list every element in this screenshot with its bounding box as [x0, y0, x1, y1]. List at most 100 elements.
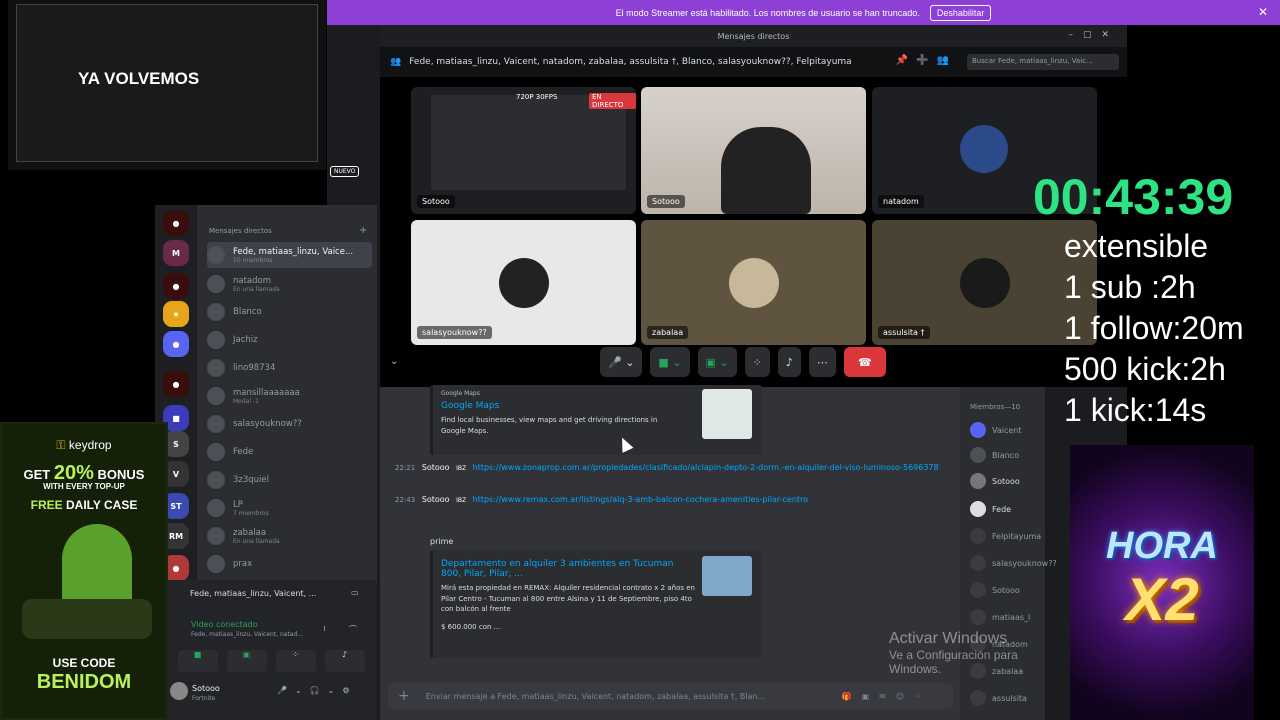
composer-placeholder: Enviar mensaje a Fede, matiaas_linzu, Va… — [425, 691, 766, 701]
message-author[interactable]: Sotooo — [422, 495, 450, 504]
window-controls[interactable]: –▢✕ — [1068, 30, 1119, 40]
user-controls[interactable]: 🎤⌄🎧⌄⚙ — [277, 686, 358, 695]
x2-text: X2 — [1125, 566, 1199, 633]
message-composer[interactable]: + Enviar mensaje a Fede, matiaas_linzu, … — [388, 683, 953, 709]
screenshare-icon[interactable]: ▣ — [226, 650, 267, 672]
stream-timer: 00:43:39 — [1033, 169, 1234, 225]
ad-use-code: USE CODE — [52, 656, 116, 670]
server-icon[interactable]: M — [163, 240, 189, 266]
call-participants: Fede, matiaas_linzu, Vaicent, natadom, z… — [409, 57, 852, 67]
video-tile-screenshare[interactable]: 720P 30FPS EN DIRECTO Sotooo — [411, 87, 636, 214]
avatar[interactable] — [170, 682, 188, 700]
voice-channel-name[interactable]: Fede, matiaas_linzu, Vaicent, ... — [190, 589, 316, 598]
user-activity: Fortnite — [192, 695, 216, 702]
soundboard-icon[interactable]: ♪ — [324, 650, 365, 672]
close-icon[interactable]: ✕ — [1258, 5, 1268, 19]
server-icon[interactable]: ● — [163, 210, 189, 236]
dm-item[interactable]: salasyouknow?? — [207, 411, 372, 437]
live-badge: EN DIRECTO — [589, 93, 636, 109]
screen-icon[interactable]: ▭ — [351, 588, 359, 597]
dm-item[interactable]: Fede, matiaas_linzu, Vaice... 10 miembros — [207, 242, 372, 268]
message-link[interactable]: https://www.zonaprop.com.ar/propiedades/… — [473, 463, 940, 472]
avatar — [207, 387, 225, 405]
fps-badge: 720P 30FPS — [516, 93, 558, 101]
server-icon[interactable]: ● — [163, 331, 189, 357]
microphone-icon[interactable]: 🎤 ⌄ — [600, 347, 643, 377]
avatar — [207, 246, 225, 264]
tile-label: Sotooo — [417, 195, 455, 208]
avatar — [207, 443, 225, 461]
camera-icon[interactable]: ■ ⌄ — [650, 347, 690, 377]
video-tile-webcam[interactable]: Sotooo — [641, 87, 866, 214]
dm-item[interactable]: lino98734 — [207, 355, 372, 381]
composer-icons[interactable]: 🎁▣✉☺⁘ — [842, 692, 931, 701]
message-link[interactable]: https://www.remax.com.ar/listings/alq-3-… — [473, 495, 808, 504]
dm-item[interactable]: natadom En una llamada — [207, 271, 372, 297]
dm-item[interactable]: prax — [207, 551, 372, 577]
screenshare-preview — [431, 95, 626, 190]
video-tile-avatar[interactable]: salasyouknow?? — [411, 220, 636, 345]
server-icon[interactable]: ★ — [163, 301, 189, 327]
member-item[interactable]: Sotooo — [970, 473, 1020, 489]
add-dm-icon[interactable]: + — [359, 225, 367, 236]
clan-tag: IBZ — [456, 465, 467, 472]
server-icon[interactable]: ● — [163, 273, 189, 299]
avatar — [970, 555, 986, 571]
member-item[interactable]: Blanco — [970, 447, 1019, 463]
member-item[interactable]: Vaicent — [970, 422, 1022, 438]
noise-icon[interactable]: ≀ — [323, 624, 326, 633]
tile-label: salasyouknow?? — [417, 326, 492, 339]
window-title: Mensajes directos — [717, 31, 790, 41]
chevron-down-icon[interactable]: ⌄ — [390, 356, 398, 367]
member-item[interactable]: salasyouknow?? — [970, 555, 1057, 571]
dm-item[interactable]: 3z3quiel — [207, 467, 372, 493]
screenshare-icon[interactable]: ▣ ⌄ — [697, 347, 737, 377]
hang-up-button[interactable]: ☎ — [843, 347, 886, 377]
dm-item[interactable]: Jachiz — [207, 327, 372, 353]
dm-item[interactable]: zabalaa En una llamada — [207, 523, 372, 549]
member-item[interactable]: Felpitayuma — [970, 528, 1041, 544]
brb-text: YA VOLVEMOS — [78, 69, 200, 88]
dm-item[interactable]: Fede — [207, 439, 372, 465]
avatar — [207, 555, 225, 573]
dm-item[interactable]: LP 7 miembros — [207, 495, 372, 521]
member-item[interactable]: assulsita — [970, 690, 1027, 706]
more-icon[interactable]: ⋯ — [808, 347, 836, 377]
add-attachment-icon[interactable]: + — [398, 688, 410, 704]
avatar — [970, 422, 986, 438]
activities-icon[interactable]: ⁘ — [744, 347, 770, 377]
member-item[interactable]: Fede — [970, 501, 1011, 517]
call-controls: 🎤 ⌄ ■ ⌄ ▣ ⌄ ⁘ ♪ ⋯ ☎ — [600, 347, 890, 377]
camera-icon[interactable]: ■ — [177, 650, 218, 672]
activities-icon[interactable]: ⁘ — [275, 650, 316, 672]
tile-label: Sotooo — [647, 195, 685, 208]
header-icons[interactable]: 📌➕👥 — [896, 55, 957, 66]
disable-streamer-button[interactable]: Deshabilitar — [929, 4, 992, 21]
ad-promo-code: BENIDOM — [36, 671, 132, 693]
video-tile-avatar[interactable]: zabalaa — [641, 220, 866, 345]
dm-item[interactable]: mansillaaaaaaa Modal -1 — [207, 383, 372, 409]
member-item[interactable]: matiaas_l — [970, 609, 1030, 625]
search-input[interactable]: Buscar Fede, matiaas_linzu, Vaic... — [967, 54, 1119, 70]
server-icon[interactable]: ● — [163, 371, 189, 397]
member-item[interactable]: Sotooo — [970, 582, 1020, 598]
avatar — [207, 275, 225, 293]
avatar — [960, 258, 1010, 308]
message-author[interactable]: Sotooo — [422, 463, 450, 472]
subathon-info: extensible — [1064, 228, 1209, 264]
avatar — [207, 303, 225, 321]
soundboard-icon[interactable]: ♪ — [777, 347, 801, 377]
streamer-mode-banner: El modo Streamer está habilitado. Los no… — [327, 0, 1280, 25]
person-silhouette — [721, 127, 811, 214]
chat-message: 22:43 Sotooo IBZ https://www.remax.com.a… — [395, 495, 808, 504]
embed-title[interactable]: Departamento en alquiler 3 ambientes en … — [441, 559, 691, 579]
message-time: 22:43 — [395, 496, 416, 504]
disconnect-icon[interactable]: ⌒ — [349, 624, 357, 635]
embed-thumbnail — [702, 389, 752, 439]
avatar — [207, 359, 225, 377]
dm-item[interactable]: Blanco — [207, 299, 372, 325]
subathon-info: 1 kick:14s — [1064, 392, 1207, 428]
avatar — [207, 331, 225, 349]
avatar — [970, 582, 986, 598]
embed-description: Mirá esta propiedad en REMAX: Alquiler r… — [441, 584, 695, 613]
